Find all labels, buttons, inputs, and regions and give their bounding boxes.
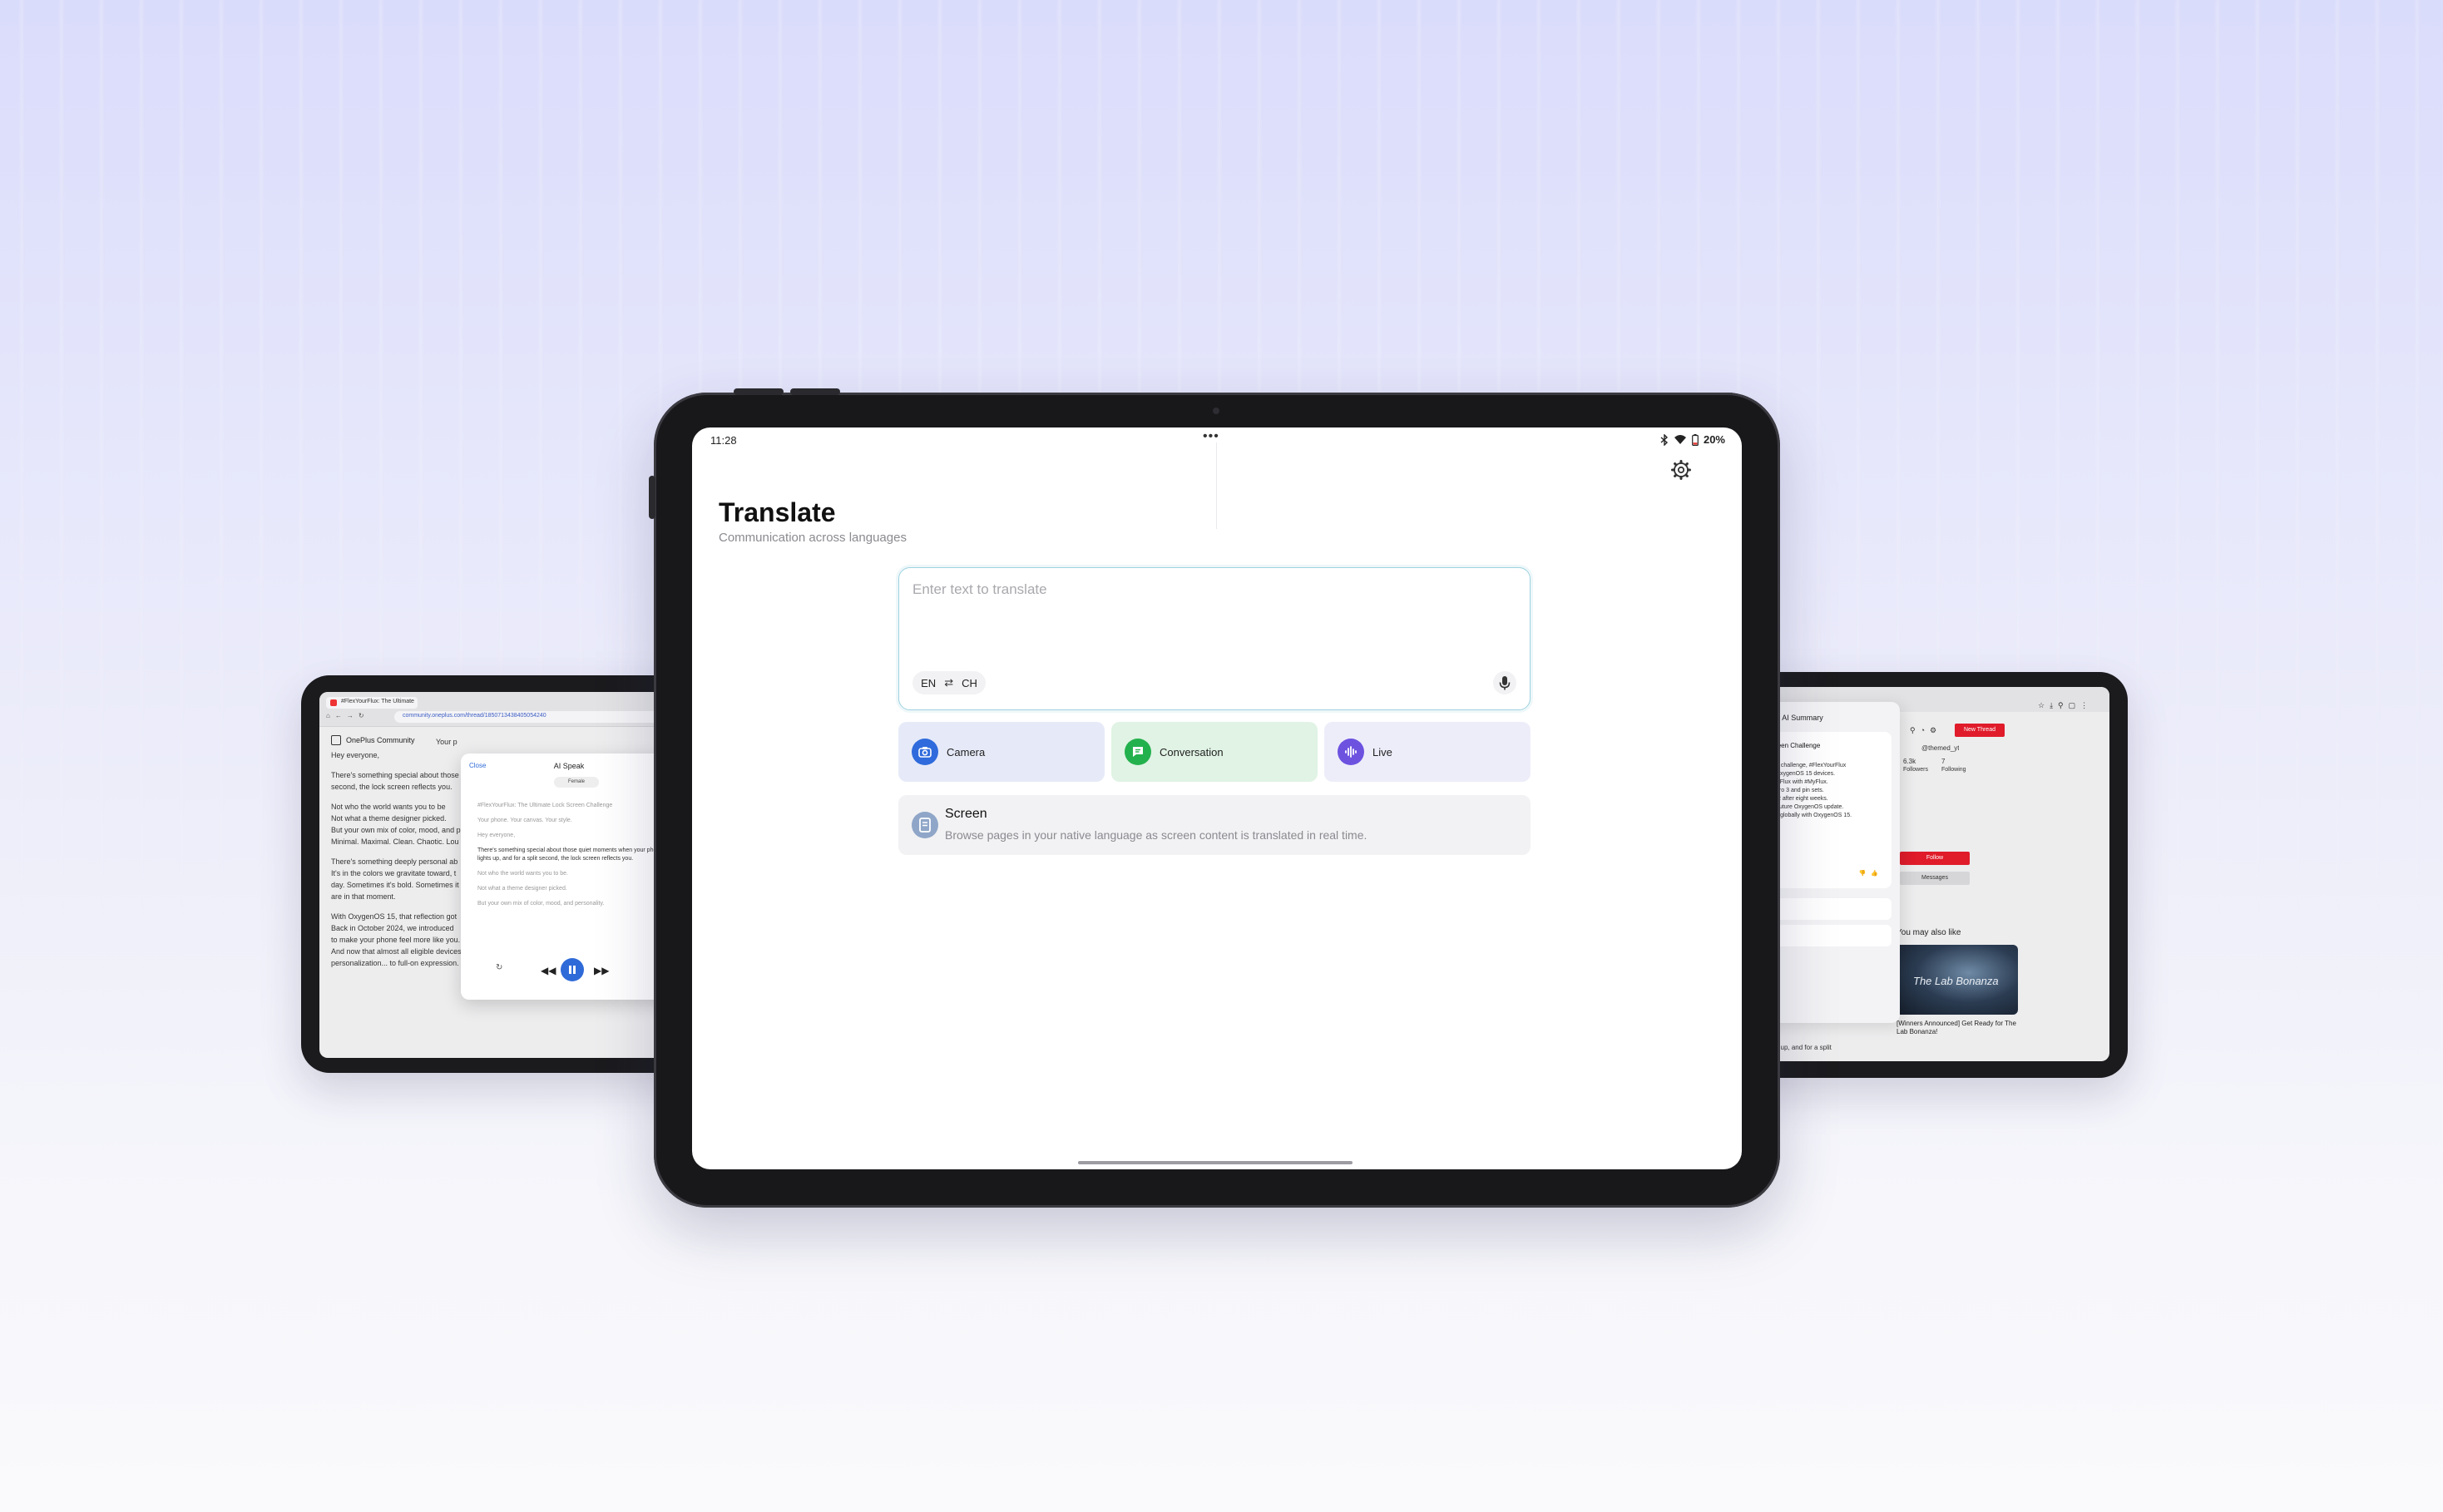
wifi-icon: [1674, 435, 1686, 444]
pause-button[interactable]: [561, 958, 584, 981]
camera-mode-label: Camera: [947, 745, 986, 758]
transcript-line: But your own mix of color, mood, and per…: [477, 901, 605, 907]
browser-toolbar-icons[interactable]: ☆⤓⚲▢⋮: [2038, 700, 2093, 710]
home-indicator[interactable]: [1078, 1161, 1353, 1164]
source-language[interactable]: EN: [921, 677, 936, 689]
battery-icon: [1692, 433, 1699, 446]
page-title: Translate: [719, 497, 836, 527]
article-heading-fragment: Your p: [436, 738, 457, 746]
browser-nav-icons[interactable]: ⌂←→↻: [326, 712, 369, 719]
messages-button[interactable]: Messages: [1900, 872, 1970, 885]
oneplus-logo-icon: [331, 735, 341, 745]
following-label: Following: [1941, 767, 1966, 773]
community-logo[interactable]: OnePlus Community: [331, 735, 415, 745]
bluetooth-icon: [1660, 433, 1668, 446]
transcript-line-active: There's something special about those qu…: [477, 847, 664, 853]
recommended-card-caption[interactable]: [Winners Announced] Get Ready for The La…: [1897, 1020, 2021, 1036]
feedback-icons[interactable]: 👎👍: [1859, 870, 1883, 878]
split-divider: [1216, 442, 1217, 529]
rewind-icon[interactable]: ◀◀: [541, 965, 556, 976]
conversation-mode-button[interactable]: Conversation: [1111, 722, 1318, 782]
profile-handle[interactable]: @themed_yt: [1921, 744, 1959, 754]
new-thread-button[interactable]: New Thread: [1955, 724, 2005, 737]
browser-tab[interactable]: #FlexYourFlux: The Ultimate: [326, 697, 418, 709]
volume-button: [734, 388, 784, 395]
power-button: [649, 476, 655, 519]
ai-speak-panel: Close AI Speak Female #FlexYourFlux: The…: [461, 754, 677, 1000]
language-selector[interactable]: EN ⇄ CH: [912, 671, 986, 694]
volume-button: [790, 388, 840, 395]
repeat-icon[interactable]: ↻: [496, 963, 502, 972]
status-time: 11:28: [710, 434, 737, 447]
ai-speak-title: AI Speak: [553, 762, 585, 770]
main-tablet: 11:28 ••• 20% Translate Communication ac…: [649, 388, 1780, 1208]
waveform-icon: [1338, 739, 1364, 765]
playback-controls: ↻ ◀◀ ▶▶: [461, 958, 677, 983]
transcript-line-active: lights up, and for a split second, the l…: [477, 856, 634, 862]
screen-mode-description: Browse pages in your native language as …: [945, 828, 1367, 842]
transcript-line: Your phone. Your canvas. Your style.: [477, 818, 572, 823]
speak-transcript: #FlexYourFlux: The Ultimate Lock Screen …: [477, 802, 669, 915]
transcript-line: Not who the world wants you to be.: [477, 871, 568, 877]
recommended-card-image[interactable]: The Lab Bonanza: [1895, 945, 2018, 1015]
followers-label: Followers: [1903, 767, 1928, 773]
community-brand: OnePlus Community: [346, 736, 415, 744]
forum-action-icons[interactable]: ⚲◔⚙: [1910, 725, 1941, 735]
may-also-like-heading: You may also like: [1897, 928, 1961, 937]
translate-app-screen: 11:28 ••• 20% Translate Communication ac…: [692, 427, 1742, 1169]
microphone-icon[interactable]: [1493, 671, 1516, 694]
settings-gear-icon[interactable]: [1669, 457, 1694, 482]
live-mode-button[interactable]: Live: [1324, 722, 1531, 782]
translate-input[interactable]: Enter text to translate EN ⇄ CH: [898, 567, 1531, 710]
chat-bubble-icon: [1125, 739, 1151, 765]
page-subtitle: Communication across languages: [719, 531, 907, 545]
fast-forward-icon[interactable]: ▶▶: [594, 965, 609, 976]
transcript-line: Hey everyone,: [477, 833, 516, 838]
swap-languages-icon[interactable]: ⇄: [944, 676, 953, 689]
battery-level: 20%: [1703, 433, 1725, 446]
card-image-title: The Lab Bonanza: [1913, 975, 1999, 987]
conversation-mode-label: Conversation: [1160, 745, 1224, 758]
screen-mode-title: Screen: [945, 807, 987, 821]
camera-icon: [912, 739, 938, 765]
transcript-line: Not what a theme designer picked.: [477, 886, 567, 892]
transcript-line: #FlexYourFlux: The Ultimate Lock Screen …: [477, 803, 613, 808]
screen-mode-button[interactable]: Screen Browse pages in your native langu…: [898, 795, 1531, 855]
voice-selector[interactable]: Female: [554, 777, 599, 788]
camera-mode-button[interactable]: Camera: [898, 722, 1105, 782]
front-camera: [1213, 408, 1219, 414]
translate-input-placeholder: Enter text to translate: [912, 581, 1047, 597]
live-mode-label: Live: [1372, 745, 1392, 758]
screen-translate-icon: [912, 812, 938, 838]
status-bar: 11:28 ••• 20%: [692, 427, 1742, 452]
target-language[interactable]: CH: [962, 677, 977, 689]
status-indicators: 20%: [1660, 433, 1725, 446]
follow-button[interactable]: Follow: [1900, 852, 1970, 865]
